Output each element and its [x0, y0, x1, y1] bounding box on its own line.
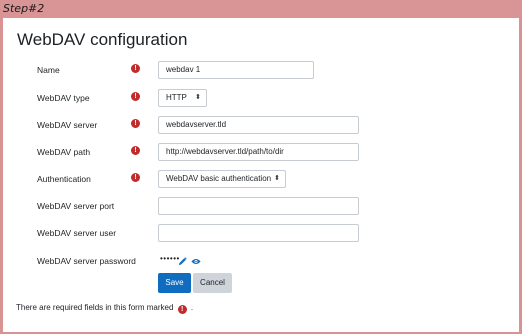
type-row: WebDAV type ! HTTP ⬍	[3, 89, 519, 111]
auth-select-value: WebDAV basic authentication	[166, 174, 272, 183]
port-row: WebDAV server port	[3, 197, 519, 219]
required-icon: !	[177, 305, 187, 314]
user-label: WebDAV server user	[37, 228, 117, 238]
page-title: WebDAV configuration	[17, 30, 188, 49]
password-label: WebDAV server password	[37, 256, 136, 266]
eye-icon[interactable]	[191, 253, 201, 271]
required-icon: !	[131, 92, 140, 101]
password-row: WebDAV server password ••••••	[3, 252, 519, 274]
button-row: Save Cancel	[3, 273, 519, 295]
required-note-text: There are required fields in this form m…	[16, 303, 174, 312]
password-masked-value: ••••••	[160, 254, 180, 263]
step-label: Step#2	[3, 2, 45, 15]
server-row: WebDAV server ! webdavserver.tld	[3, 116, 519, 138]
auth-label: Authentication	[37, 174, 91, 184]
server-label: WebDAV server	[37, 120, 98, 130]
required-note-period: .	[190, 303, 194, 312]
name-label: Name	[37, 65, 60, 75]
required-icon: !	[131, 64, 140, 73]
cancel-button[interactable]: Cancel	[193, 273, 232, 293]
user-input[interactable]	[158, 224, 359, 242]
port-label: WebDAV server port	[37, 201, 115, 211]
name-input[interactable]: webdav 1	[158, 61, 314, 79]
type-label: WebDAV type	[37, 93, 90, 103]
config-panel: WebDAV configuration Name ! webdav 1 Web…	[3, 18, 519, 332]
required-icon: !	[131, 146, 140, 155]
step-banner: Step#2	[0, 0, 522, 18]
path-input[interactable]: http://webdavserver.tld/path/to/dir	[158, 143, 359, 161]
server-input[interactable]: webdavserver.tld	[158, 116, 359, 134]
name-row: Name ! webdav 1	[3, 61, 519, 83]
required-fields-note: There are required fields in this form m…	[16, 303, 193, 314]
required-icon: !	[131, 173, 140, 182]
auth-select[interactable]: WebDAV basic authentication ⬍	[158, 170, 286, 188]
updown-chevron-icon: ⬍	[274, 175, 280, 182]
type-select[interactable]: HTTP ⬍	[158, 89, 207, 107]
save-button[interactable]: Save	[158, 273, 191, 293]
port-input[interactable]	[158, 197, 359, 215]
auth-row: Authentication ! WebDAV basic authentica…	[3, 170, 519, 192]
type-select-value: HTTP	[166, 93, 187, 102]
path-label: WebDAV path	[37, 147, 91, 157]
path-row: WebDAV path ! http://webdavserver.tld/pa…	[3, 143, 519, 165]
updown-chevron-icon: ⬍	[195, 94, 201, 101]
user-row: WebDAV server user	[3, 224, 519, 246]
required-icon: !	[131, 119, 140, 128]
pencil-icon[interactable]	[178, 253, 187, 271]
